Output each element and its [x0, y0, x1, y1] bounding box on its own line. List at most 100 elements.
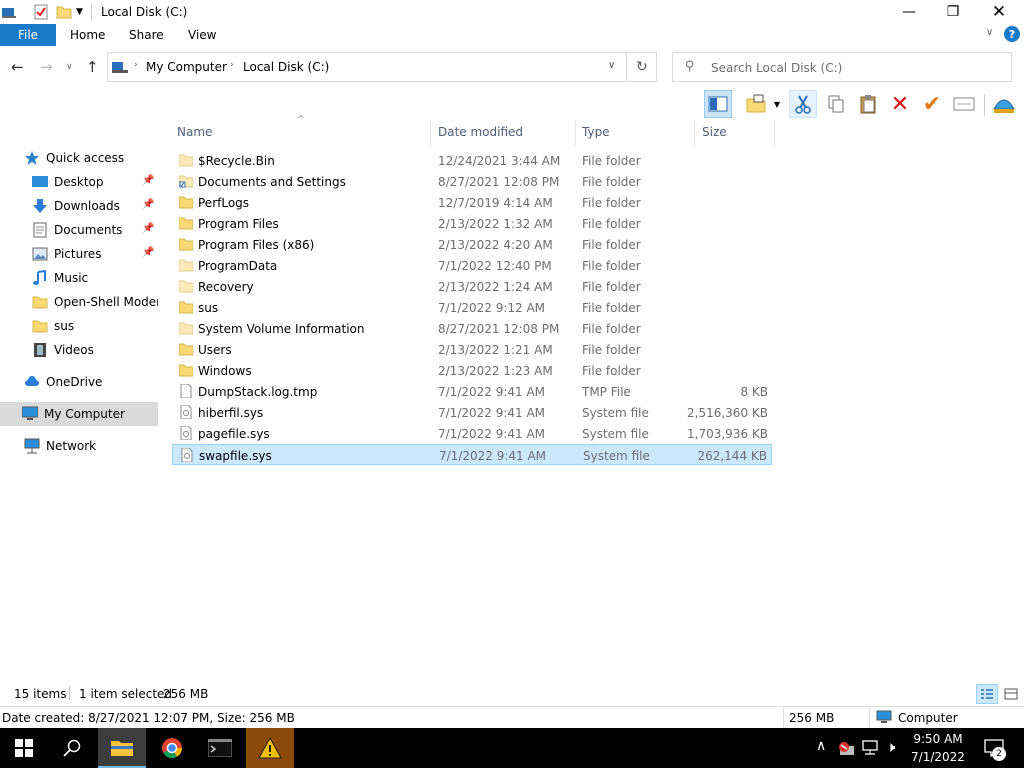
file-name: Users	[198, 343, 232, 357]
column-header-date[interactable]: Date modified	[438, 125, 523, 139]
pin-icon[interactable]: 📌	[142, 199, 154, 210]
documents-icon	[32, 222, 48, 238]
column-header-size[interactable]: Size	[702, 125, 727, 139]
column-divider[interactable]	[430, 120, 431, 146]
maximize-button[interactable]: ❐	[930, 0, 976, 24]
expand-ribbon-icon[interactable]: ∨	[986, 27, 993, 38]
status-divider	[69, 686, 70, 700]
properties-icon[interactable]	[33, 4, 49, 20]
file-row[interactable]: hiberfil.sys 7/1/2022 9:41 AM System file 2…	[172, 402, 772, 423]
tab-home[interactable]: Home	[70, 28, 105, 42]
classic-toolbar: ▼ ✕ ✔	[0, 88, 1024, 120]
column-divider[interactable]	[575, 120, 576, 146]
large-icons-view-icon[interactable]	[1001, 684, 1021, 704]
pin-icon[interactable]: 📌	[142, 175, 154, 186]
sidebar-item-my-computer[interactable]: My Computer	[0, 402, 158, 426]
column-divider[interactable]	[774, 120, 775, 146]
sidebar-item-quick-access[interactable]: Quick access	[0, 146, 158, 170]
security-tray-icon[interactable]	[838, 740, 856, 759]
breadcrumb-my-computer[interactable]: My Computer	[146, 60, 227, 74]
sidebar-item-downloads[interactable]: Downloads 📌	[0, 194, 158, 218]
new-folder-dropdown-icon[interactable]: ▼	[770, 90, 784, 118]
network-tray-icon[interactable]	[862, 740, 880, 759]
details-view-icon[interactable]	[976, 684, 998, 704]
new-folder-icon[interactable]	[742, 90, 770, 118]
sidebar-item-onedrive[interactable]: OneDrive	[0, 370, 158, 394]
search-box[interactable]: ⚲ Search Local Disk (C:)	[672, 52, 1012, 82]
customize-qat-icon[interactable]: ▼	[76, 7, 92, 23]
sidebar-item-open-shell-modern[interactable]: Open-Shell Modern	[0, 290, 158, 314]
column-divider[interactable]	[694, 120, 695, 146]
pin-icon[interactable]: 📌	[142, 223, 154, 234]
file-row[interactable]: ProgramData 7/1/2022 12:40 PM File folder	[172, 255, 772, 276]
delete-icon[interactable]: ✕	[886, 90, 914, 118]
sidebar-item-pictures[interactable]: Pictures 📌	[0, 242, 158, 266]
file-row[interactable]: Program Files (x86) 2/13/2022 4:20 AM File…	[172, 234, 772, 255]
file-row[interactable]: pagefile.sys 7/1/2022 9:41 AM System file 1…	[172, 423, 772, 444]
pin-icon[interactable]: 📌	[142, 247, 154, 258]
file-explorer-taskbar-icon[interactable]	[98, 728, 146, 768]
column-header-type[interactable]: Type	[582, 125, 610, 139]
column-header-name[interactable]: Name	[177, 125, 212, 139]
file-row[interactable]: PerfLogs 12/7/2019 4:14 AM File folder	[172, 192, 772, 213]
new-folder-icon[interactable]	[56, 4, 72, 20]
sidebar-item-network[interactable]: Network	[0, 434, 158, 458]
item-count: 15 items	[14, 687, 67, 701]
file-row[interactable]: Documents and Settings 8/27/2021 12:08 PM…	[172, 171, 772, 192]
folder-icon	[178, 363, 194, 377]
tab-share[interactable]: Share	[129, 28, 164, 42]
sidebar-item-sus[interactable]: sus	[0, 314, 158, 338]
volume-tray-icon[interactable]: 🕨	[886, 738, 895, 756]
file-row[interactable]: System Volume Information 8/27/2021 12:08…	[172, 318, 772, 339]
sidebar-item-music[interactable]: Music	[0, 266, 158, 290]
copy-icon[interactable]	[822, 90, 850, 118]
chrome-taskbar-icon[interactable]	[148, 728, 196, 768]
ribbon-tabs: File Home Share View ∨ ?	[0, 24, 1024, 46]
file-row[interactable]: swapfile.sys 7/1/2022 9:41 AM System file 2…	[172, 444, 772, 465]
folder-icon	[178, 300, 194, 314]
search-placeholder[interactable]: Search Local Disk (C:)	[711, 61, 842, 75]
file-row[interactable]: $Recycle.Bin 12/24/2021 3:44 AM File folde…	[172, 150, 772, 171]
up-button[interactable]: ↑	[86, 58, 99, 76]
tab-file[interactable]: File	[0, 24, 56, 46]
open-shell-settings-icon[interactable]	[990, 90, 1018, 118]
computer-icon	[112, 60, 128, 77]
file-row[interactable]: Users 2/13/2022 1:21 AM File folder	[172, 339, 772, 360]
cloud-icon	[24, 374, 40, 390]
tab-view[interactable]: View	[188, 28, 216, 42]
file-row[interactable]: sus 7/1/2022 9:12 AM File folder	[172, 297, 772, 318]
file-row[interactable]: Windows 2/13/2022 1:23 AM File folder	[172, 360, 772, 381]
recent-locations-icon[interactable]: ∨	[66, 62, 73, 72]
clock-time[interactable]: 9:50 AM	[910, 732, 966, 746]
file-name: ProgramData	[198, 259, 278, 273]
forward-button[interactable]: →	[40, 58, 53, 76]
sidebar-item-documents[interactable]: Documents 📌	[0, 218, 158, 242]
sidebar-item-desktop[interactable]: Desktop 📌	[0, 170, 158, 194]
address-bar[interactable]: › My Computer › Local Disk (C:) ∨ ↻	[107, 52, 657, 82]
warning-taskbar-icon[interactable]	[246, 728, 294, 768]
file-size: 1,703,936 KB	[687, 427, 768, 441]
show-hidden-icons-icon[interactable]: ∧	[816, 738, 826, 754]
file-row[interactable]: Program Files 2/13/2022 1:32 AM File folde…	[172, 213, 772, 234]
network-icon	[24, 438, 40, 454]
close-button[interactable]: ✕	[976, 0, 1022, 24]
address-dropdown-icon[interactable]: ∨	[608, 60, 615, 71]
folder-icon	[178, 279, 194, 293]
email-icon[interactable]	[950, 90, 978, 118]
help-icon[interactable]: ?	[1004, 26, 1020, 42]
terminal-taskbar-icon[interactable]	[196, 728, 244, 768]
properties-check-icon[interactable]: ✔	[918, 90, 946, 118]
paste-icon[interactable]	[854, 90, 882, 118]
file-row[interactable]: DumpStack.log.tmp 7/1/2022 9:41 AM TMP Fil…	[172, 381, 772, 402]
clock-date[interactable]: 7/1/2022	[910, 750, 966, 764]
cut-icon[interactable]	[789, 90, 817, 118]
start-button[interactable]	[0, 728, 48, 768]
minimize-button[interactable]: —	[886, 0, 932, 24]
breadcrumb-local-disk[interactable]: Local Disk (C:)	[243, 60, 329, 74]
search-button[interactable]	[48, 728, 96, 768]
sidebar-item-videos[interactable]: Videos	[0, 338, 158, 362]
navigation-pane-icon[interactable]	[704, 90, 732, 118]
refresh-icon[interactable]: ↻	[636, 59, 648, 75]
file-row[interactable]: Recovery 2/13/2022 1:24 AM File folder	[172, 276, 772, 297]
back-button[interactable]: ←	[11, 58, 24, 76]
